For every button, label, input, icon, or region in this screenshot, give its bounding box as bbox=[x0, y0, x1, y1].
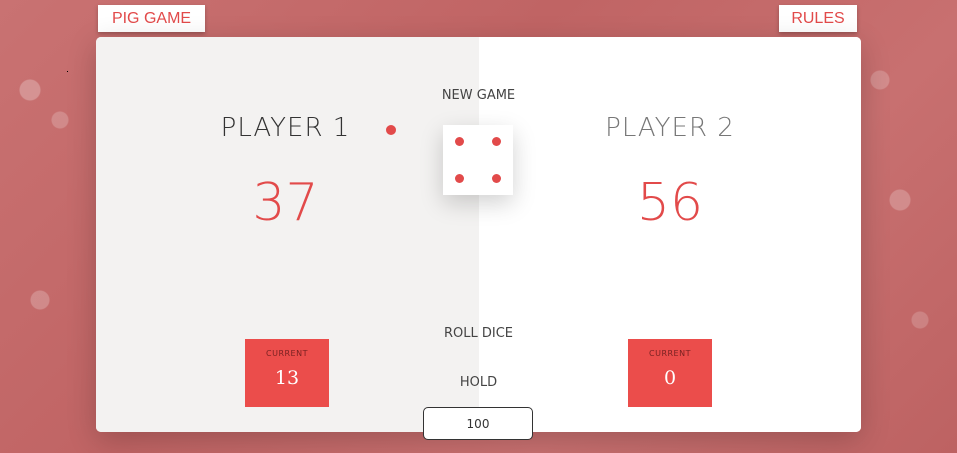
player-2-score: 56 bbox=[636, 173, 704, 233]
new-game-button[interactable]: NEW GAME bbox=[426, 88, 531, 103]
player-2-current-label: CURRENT bbox=[649, 349, 691, 358]
hold-button[interactable]: HOLD bbox=[426, 375, 531, 390]
dice-pip bbox=[492, 137, 501, 146]
player-2-name: PLAYER 2 bbox=[605, 113, 735, 143]
player-1-score: 37 bbox=[252, 173, 319, 233]
player-1-current-label: CURRENT bbox=[266, 349, 308, 358]
dice-icon bbox=[443, 125, 513, 195]
player-1-current-value: 13 bbox=[274, 367, 300, 389]
roll-dice-button[interactable]: ROLL DICE bbox=[426, 326, 531, 341]
player-2-current-value: 0 bbox=[663, 367, 677, 389]
player-2-panel: PLAYER 2 56 CURRENT 0 bbox=[479, 37, 861, 432]
pig-game-button[interactable]: PIG GAME bbox=[98, 5, 205, 32]
player-2-current-box: CURRENT 0 bbox=[628, 339, 712, 407]
rules-button[interactable]: RULES bbox=[779, 5, 857, 32]
dice-pip bbox=[455, 174, 464, 183]
dice-pip bbox=[492, 174, 501, 183]
stray-pixel bbox=[67, 71, 68, 72]
player-1-current-box: CURRENT 13 bbox=[245, 339, 329, 407]
target-score-input[interactable] bbox=[423, 407, 533, 440]
player-1-name: PLAYER 1 bbox=[220, 113, 351, 143]
player-1-panel: PLAYER 1 37 CURRENT 13 bbox=[96, 37, 479, 432]
active-player-dot-icon bbox=[386, 125, 396, 135]
dice-pip bbox=[455, 137, 464, 146]
game-board: PLAYER 1 37 CURRENT 13 PLAYER 2 56 CURRE… bbox=[96, 37, 861, 432]
